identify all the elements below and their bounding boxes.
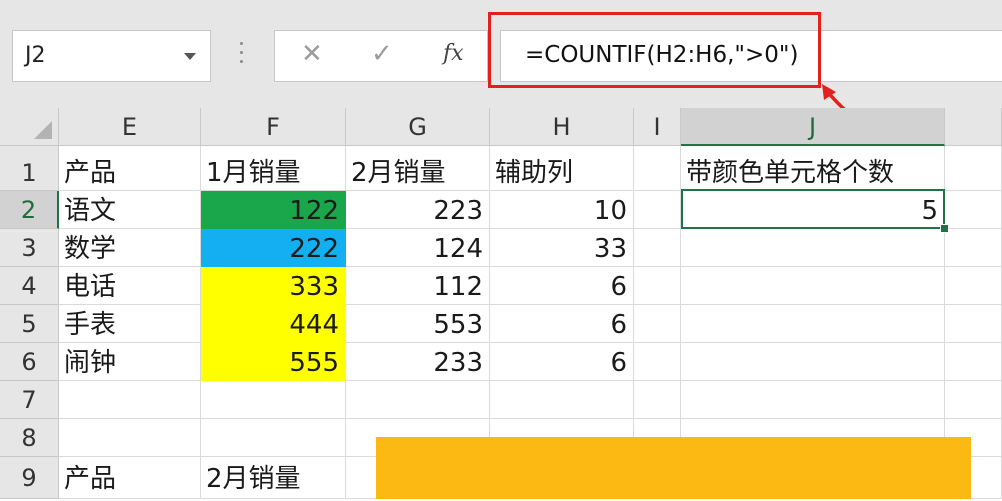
cell-i7[interactable] (634, 381, 681, 419)
cell-g6[interactable]: 233 (346, 343, 490, 381)
row-header-8[interactable]: 8 (0, 419, 59, 457)
cell-j6[interactable] (681, 343, 945, 381)
cell-h5[interactable]: 6 (490, 305, 634, 343)
cell-f6[interactable]: 555 (201, 343, 346, 381)
cell-j5[interactable] (681, 305, 945, 343)
cell-f7[interactable] (201, 381, 346, 419)
cell-g2[interactable]: 223 (346, 191, 490, 229)
row-header-9[interactable]: 9 (0, 457, 59, 499)
cell-j3[interactable] (681, 229, 945, 267)
cell-k3[interactable] (945, 229, 1002, 267)
column-header-e[interactable]: E (59, 108, 201, 146)
row-header-7[interactable]: 7 (0, 381, 59, 419)
cell-g3[interactable]: 124 (346, 229, 490, 267)
cell-g1[interactable]: 2月销量 (346, 146, 490, 191)
cell-k6[interactable] (945, 343, 1002, 381)
cell-e2[interactable]: 语文 (59, 191, 201, 229)
cell-i6[interactable] (634, 343, 681, 381)
cell-g7[interactable] (346, 381, 490, 419)
cell-j1[interactable]: 带颜色单元格个数 (681, 146, 945, 191)
chevron-down-icon[interactable] (184, 53, 196, 60)
cell-g4[interactable]: 112 (346, 267, 490, 305)
cell-f5[interactable]: 444 (201, 305, 346, 343)
cell-e3[interactable]: 数学 (59, 229, 201, 267)
column-header-f[interactable]: F (201, 108, 346, 146)
row-header-4[interactable]: 4 (0, 267, 59, 305)
cell-k2[interactable] (945, 191, 1002, 229)
cell-k7[interactable] (945, 381, 1002, 419)
cell-e6[interactable]: 闹钟 (59, 343, 201, 381)
cell-h1[interactable]: 辅助列 (490, 146, 634, 191)
insert-function-icon[interactable]: fx (443, 41, 464, 66)
column-header-next[interactable] (945, 108, 1002, 146)
cell-j7[interactable] (681, 381, 945, 419)
cell-j4[interactable] (681, 267, 945, 305)
row-header-3[interactable]: 3 (0, 229, 59, 267)
grip-icon[interactable] (240, 42, 244, 70)
cell-f8[interactable] (201, 419, 346, 457)
column-header-j[interactable]: J (681, 108, 945, 146)
name-box[interactable]: J2 (12, 30, 211, 82)
cell-f2[interactable]: 122 (201, 191, 346, 229)
cell-h6[interactable]: 6 (490, 343, 634, 381)
cell-g5[interactable]: 553 (346, 305, 490, 343)
cell-f3[interactable]: 222 (201, 229, 346, 267)
formula-buttons: ✕ ✓ fx (274, 30, 488, 82)
cell-i1[interactable] (634, 146, 681, 191)
cell-i3[interactable] (634, 229, 681, 267)
cell-h4[interactable]: 6 (490, 267, 634, 305)
cell-f9[interactable]: 2月销量 (201, 457, 346, 499)
formula-text: =COUNTIF(H2:H6,">0") (525, 42, 799, 68)
cell-h2[interactable]: 10 (490, 191, 634, 229)
enter-icon[interactable]: ✓ (371, 39, 393, 69)
overlay-banner (376, 437, 971, 499)
cell-k1[interactable] (945, 146, 1002, 191)
cell-e1[interactable]: 产品 (59, 146, 201, 191)
cell-i5[interactable] (634, 305, 681, 343)
cell-e4[interactable]: 电话 (59, 267, 201, 305)
cell-e9[interactable]: 产品 (59, 457, 201, 499)
cell-j2[interactable]: 5 (681, 191, 945, 229)
cell-e7[interactable] (59, 381, 201, 419)
cell-i4[interactable] (634, 267, 681, 305)
name-box-value: J2 (25, 43, 46, 68)
cell-e8[interactable] (59, 419, 201, 457)
cell-k4[interactable] (945, 267, 1002, 305)
column-header-h[interactable]: H (490, 108, 634, 146)
row-header-5[interactable]: 5 (0, 305, 59, 343)
formula-bar-area: J2 ✕ ✓ fx =COUNTIF(H2:H6,">0") (0, 0, 1002, 108)
cell-f4[interactable]: 333 (201, 267, 346, 305)
row-header-6[interactable]: 6 (0, 343, 59, 381)
cell-k5[interactable] (945, 305, 1002, 343)
cell-i2[interactable] (634, 191, 681, 229)
formula-input[interactable]: =COUNTIF(H2:H6,">0") (500, 30, 1002, 82)
cell-e5[interactable]: 手表 (59, 305, 201, 343)
column-header-i[interactable]: I (634, 108, 681, 146)
cell-h7[interactable] (490, 381, 634, 419)
cell-f1[interactable]: 1月销量 (201, 146, 346, 191)
row-header-1[interactable]: 1 (0, 146, 59, 191)
fill-handle[interactable] (940, 224, 949, 233)
column-header-g[interactable]: G (346, 108, 490, 146)
cell-h3[interactable]: 33 (490, 229, 634, 267)
cancel-icon[interactable]: ✕ (301, 39, 323, 69)
row-header-2[interactable]: 2 (0, 191, 59, 229)
select-all-corner[interactable] (0, 108, 59, 146)
